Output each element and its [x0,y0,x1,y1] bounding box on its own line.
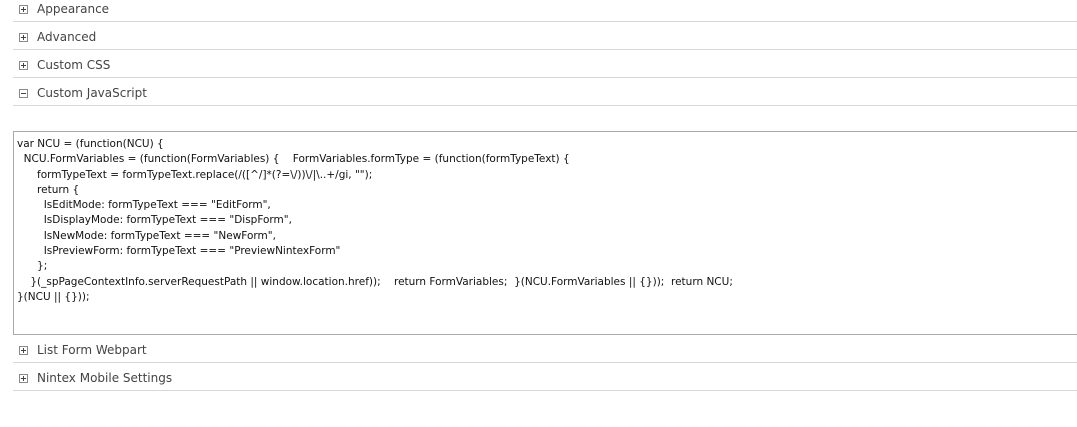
settings-panel-list: Appearance Advanced Custom CSS Custom Ja… [13,0,1077,391]
section-nintex-mobile-settings: Nintex Mobile Settings [13,363,1077,391]
section-custom-javascript-title: Custom JavaScript [37,86,147,100]
custom-javascript-editor[interactable]: var NCU = (function(NCU) { NCU.FormVaria… [13,131,1077,335]
section-appearance-header[interactable]: Appearance [19,2,109,16]
section-advanced: Advanced [13,22,1077,50]
plus-icon[interactable] [19,4,28,14]
section-custom-css-title: Custom CSS [37,58,111,72]
section-advanced-title: Advanced [37,30,97,44]
plus-icon[interactable] [19,373,28,383]
section-custom-javascript: Custom JavaScript [13,78,1077,106]
section-custom-css-header[interactable]: Custom CSS [19,58,110,72]
section-nintex-mobile-settings-title: Nintex Mobile Settings [37,371,173,385]
plus-icon[interactable] [19,60,28,70]
section-custom-javascript-header[interactable]: Custom JavaScript [19,86,147,100]
section-appearance-title: Appearance [37,2,110,16]
section-advanced-header[interactable]: Advanced [19,30,96,44]
section-custom-css: Custom CSS [13,50,1077,78]
section-appearance: Appearance [13,0,1077,22]
section-list-form-webpart-title: List Form Webpart [37,343,147,357]
minus-icon[interactable] [19,88,28,98]
custom-javascript-spacer [13,106,1077,131]
custom-javascript-code[interactable]: var NCU = (function(NCU) { NCU.FormVaria… [14,132,1077,305]
section-nintex-mobile-settings-header[interactable]: Nintex Mobile Settings [19,371,172,385]
section-list-form-webpart: List Form Webpart [13,335,1077,363]
plus-icon[interactable] [19,345,28,355]
section-list-form-webpart-header[interactable]: List Form Webpart [19,343,147,357]
plus-icon[interactable] [19,32,28,42]
